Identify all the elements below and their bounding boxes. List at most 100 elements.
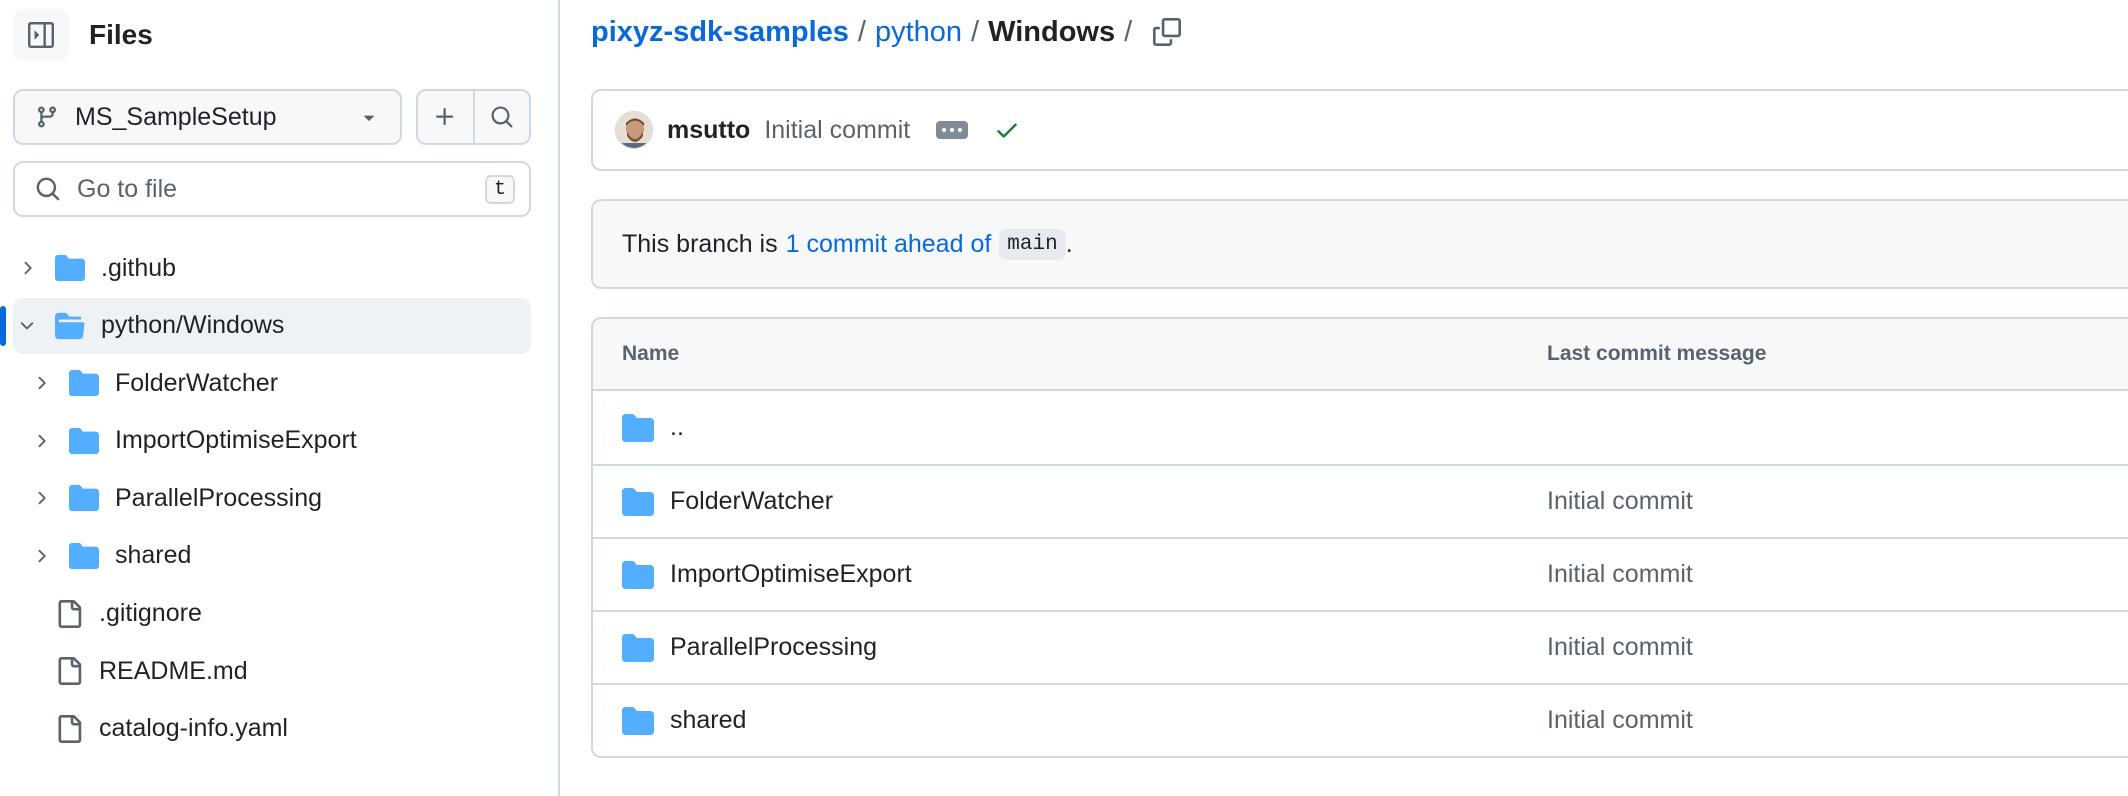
dot: [950, 128, 955, 132]
chevron-right-icon[interactable]: [27, 488, 55, 508]
table-row[interactable]: ParallelProcessing Initial commit: [593, 610, 2128, 683]
file-tree: .github python/Windows FolderWatcher Imp…: [0, 240, 531, 758]
go-to-file-field[interactable]: t: [13, 161, 531, 217]
commit-details-toggle[interactable]: [936, 121, 969, 139]
tree-item-label: README.md: [99, 656, 248, 685]
tree-item-label: .github: [101, 253, 177, 282]
search-code-button[interactable]: [472, 91, 530, 143]
tree-item-label: .gitignore: [99, 599, 202, 628]
go-to-file-input[interactable]: [75, 173, 485, 205]
chevron-right-icon[interactable]: [13, 258, 41, 278]
avatar[interactable]: [615, 111, 653, 149]
add-file-button[interactable]: [418, 91, 473, 143]
folder-icon: [622, 560, 654, 589]
breadcrumb-separator: /: [971, 15, 980, 48]
breadcrumb-folder-link[interactable]: python: [875, 16, 962, 49]
breadcrumb-separator: /: [1124, 15, 1133, 48]
tree-item-python-windows[interactable]: python/Windows: [0, 297, 531, 354]
branch-status-banner: This branch is 1 commit ahead of main .: [591, 199, 2128, 289]
table-row[interactable]: shared Initial commit: [593, 683, 2128, 756]
branch-name: MS_SampleSetup: [75, 102, 277, 131]
chevron-right-icon[interactable]: [27, 431, 55, 451]
active-indicator: [0, 305, 6, 346]
row-commit-message[interactable]: Initial commit: [1547, 487, 1693, 516]
file-icon: [55, 657, 83, 686]
folder-icon: [69, 483, 99, 513]
banner-prefix: This branch is: [622, 229, 778, 258]
sidebar-title: Files: [89, 19, 153, 50]
row-name-link[interactable]: ImportOptimiseExport: [670, 560, 912, 589]
file-icon: [55, 599, 83, 628]
plus-icon: [436, 108, 454, 126]
chevron-down-icon[interactable]: [13, 316, 41, 336]
header-name: Name: [622, 342, 680, 365]
row-name-link[interactable]: ParallelProcessing: [670, 633, 877, 662]
tree-item-github[interactable]: .github: [13, 240, 531, 296]
header-last-commit: Last commit message: [1547, 342, 1767, 365]
table-header: Name Last commit message: [593, 319, 2128, 391]
tree-item-label: catalog-info.yaml: [99, 714, 288, 743]
copy-icon: [1153, 18, 1182, 46]
check-icon: [997, 123, 1017, 138]
folder-icon: [69, 426, 99, 456]
table-row[interactable]: ImportOptimiseExport Initial commit: [593, 537, 2128, 610]
parent-directory-link[interactable]: ..: [670, 413, 684, 442]
breadcrumb-current: Windows: [988, 15, 1116, 48]
tree-item-gitignore[interactable]: .gitignore: [13, 586, 531, 642]
latest-commit-bar: msutto Initial commit: [591, 89, 2128, 171]
breadcrumb: pixyz-sdk-samples / python / Windows /: [591, 10, 1182, 54]
triangle-down-icon: [363, 115, 375, 121]
tree-item-label: python/Windows: [101, 311, 285, 340]
tree-item-parallelprocessing[interactable]: ParallelProcessing: [13, 470, 531, 526]
folder-open-icon: [55, 311, 85, 341]
folder-icon: [622, 633, 654, 662]
folder-icon: [622, 413, 654, 442]
tree-item-readme[interactable]: README.md: [13, 643, 531, 699]
collapse-sidebar-button[interactable]: [13, 9, 69, 61]
check-status-button[interactable]: [994, 117, 1020, 143]
git-branch-icon: [37, 106, 56, 128]
row-name-link[interactable]: shared: [670, 706, 746, 735]
table-row[interactable]: FolderWatcher Initial commit: [593, 464, 2128, 537]
sidebar-collapse-icon: [28, 22, 54, 48]
tree-item-catalog-info[interactable]: catalog-info.yaml: [13, 701, 531, 757]
breadcrumb-separator: /: [857, 15, 866, 48]
branch-selector-button[interactable]: MS_SampleSetup: [13, 89, 402, 145]
folder-icon: [55, 253, 85, 283]
row-name-link[interactable]: FolderWatcher: [670, 487, 833, 516]
tree-item-label: ImportOptimiseExport: [115, 426, 357, 455]
tree-item-label: FolderWatcher: [115, 368, 279, 397]
folder-icon: [69, 368, 99, 398]
tree-item-label: shared: [115, 541, 192, 570]
keyboard-shortcut-hint: t: [484, 174, 515, 204]
main-content: pixyz-sdk-samples / python / Windows / m…: [562, 0, 2128, 796]
commit-author-link[interactable]: msutto: [667, 116, 750, 145]
search-icon: [491, 106, 513, 128]
file-tree-sidebar: Files MS_SampleSetup t: [0, 0, 560, 796]
banner-suffix: .: [1065, 229, 1073, 258]
tree-item-folderwatcher[interactable]: FolderWatcher: [13, 355, 531, 411]
commit-message-link[interactable]: Initial commit: [764, 116, 910, 145]
breadcrumb-repo-link[interactable]: pixyz-sdk-samples: [591, 16, 849, 49]
row-commit-message[interactable]: Initial commit: [1547, 706, 1693, 735]
row-commit-message[interactable]: Initial commit: [1547, 560, 1693, 589]
chevron-right-icon[interactable]: [27, 373, 55, 393]
tree-item-shared[interactable]: shared: [13, 528, 531, 584]
folder-icon: [69, 541, 99, 571]
table-row[interactable]: ..: [593, 391, 2128, 464]
sidebar-action-group: [416, 89, 531, 145]
file-icon: [55, 714, 83, 743]
chevron-right-icon[interactable]: [27, 546, 55, 566]
folder-icon: [622, 706, 654, 735]
sidebar-header: Files: [13, 9, 153, 61]
commits-ahead-link[interactable]: 1 commit ahead of: [786, 230, 992, 259]
tree-item-importoptimiseexport[interactable]: ImportOptimiseExport: [13, 413, 531, 469]
base-branch-chip: main: [999, 228, 1066, 260]
directory-listing: Name Last commit message .. FolderWatche…: [591, 317, 2128, 758]
dot: [958, 128, 963, 132]
folder-icon: [622, 487, 654, 516]
kebab-horizontal-icon: [942, 128, 947, 132]
search-icon: [36, 177, 60, 201]
row-commit-message[interactable]: Initial commit: [1547, 633, 1693, 662]
copy-path-button[interactable]: [1153, 18, 1182, 46]
